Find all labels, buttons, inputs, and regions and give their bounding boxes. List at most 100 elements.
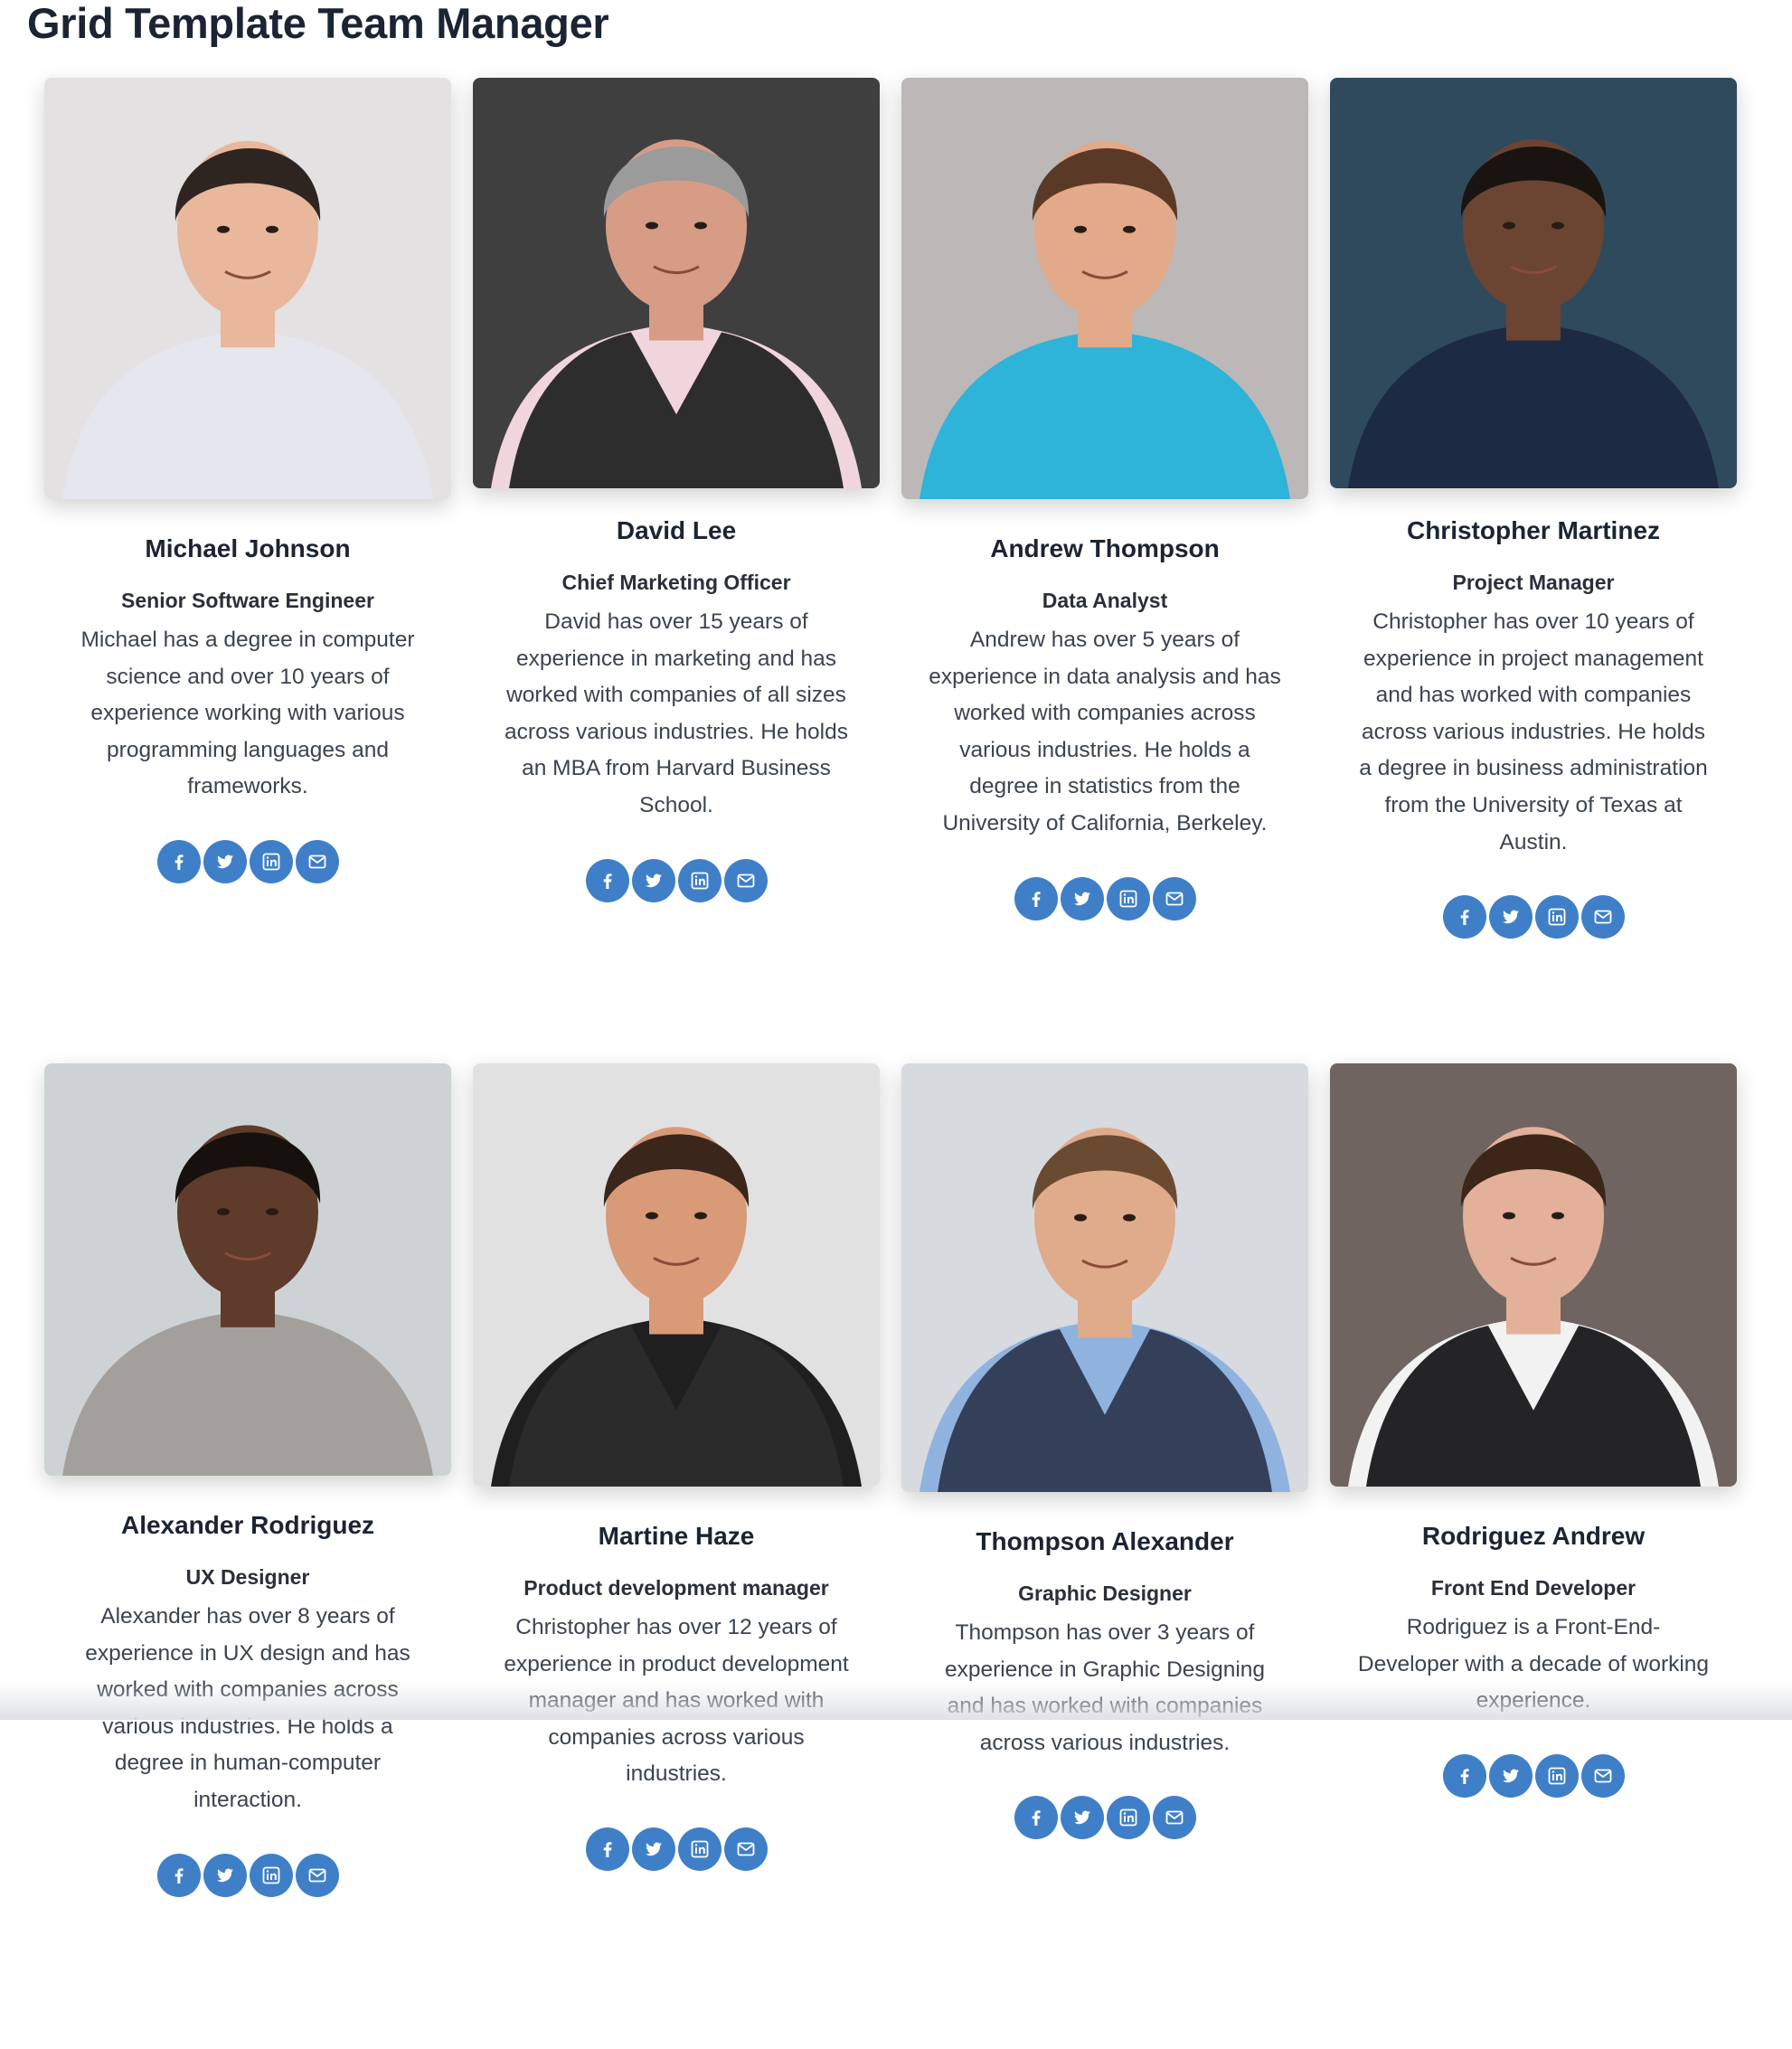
member-bio: Christopher has over 12 years of experie… (504, 1615, 849, 1787)
social-links (1442, 895, 1625, 940)
email-button[interactable] (295, 839, 339, 883)
twitter-icon (1071, 888, 1093, 910)
member-role: Project Manager (1452, 571, 1615, 594)
twitter-icon (1500, 906, 1522, 928)
facebook-icon (168, 1865, 190, 1886)
social-links (1014, 876, 1196, 921)
linkedin-icon (689, 1838, 711, 1860)
social-links (1014, 1796, 1196, 1840)
facebook-icon (597, 870, 618, 892)
member-photo (473, 78, 880, 488)
facebook-button[interactable] (1442, 895, 1486, 940)
email-button[interactable] (295, 1853, 339, 1897)
linkedin-icon (689, 870, 711, 892)
member-bio: Michael has a degree in computer science… (80, 628, 415, 799)
member-bio: Thompson has over 3 years of experience … (944, 1620, 1266, 1755)
member-name: Martine Haze (598, 1522, 755, 1550)
email-button[interactable] (1580, 1753, 1625, 1798)
linkedin-icon (1118, 1807, 1139, 1828)
member-photo (44, 78, 451, 499)
member-photo (1330, 78, 1737, 488)
member-photo (473, 1063, 880, 1487)
envelope-icon (735, 1838, 757, 1860)
email-button[interactable] (1152, 1796, 1196, 1840)
member-photo (1330, 1063, 1737, 1487)
email-button[interactable] (1152, 876, 1196, 921)
team-member-card: Michael Johnson Senior Software Engineer M… (44, 78, 451, 1063)
member-photo (901, 78, 1308, 499)
linkedin-button[interactable] (677, 1827, 722, 1871)
facebook-icon (1454, 1765, 1476, 1787)
page-title: Grid Template Team Manager (27, 0, 609, 47)
member-bio: David has over 15 years of experience in… (505, 609, 848, 817)
facebook-button[interactable] (1442, 1753, 1486, 1798)
member-name: Christopher Martinez (1406, 516, 1661, 544)
facebook-button[interactable] (1014, 1796, 1058, 1840)
envelope-icon (307, 851, 328, 873)
member-role: Data Analyst (1042, 589, 1168, 612)
social-links (1442, 1753, 1625, 1798)
team-member-card: Alexander Rodriguez UX Designer Alexander … (44, 1063, 451, 2049)
envelope-icon (1592, 906, 1614, 928)
member-bio: Alexander has over 8 years of experience… (85, 1604, 410, 1812)
member-name: David Lee (616, 516, 737, 544)
twitter-icon (643, 870, 665, 892)
team-member-card: David Lee Chief Marketing Officer David ha… (473, 78, 880, 1063)
member-bio: Rodriguez is a Front-End-Developer with … (1357, 1615, 1710, 1714)
facebook-button[interactable] (1014, 876, 1058, 921)
social-links (156, 1853, 339, 1897)
twitter-button[interactable] (631, 1827, 675, 1871)
envelope-icon (735, 870, 757, 892)
envelope-icon (1592, 1765, 1614, 1787)
team-member-card: Andrew Thompson Data Analyst Andrew has ov… (901, 78, 1308, 1063)
twitter-button[interactable] (631, 858, 675, 902)
envelope-icon (307, 1865, 328, 1886)
member-name: Michael Johnson (145, 534, 351, 562)
linkedin-button[interactable] (249, 839, 293, 883)
linkedin-button[interactable] (1106, 1796, 1150, 1840)
facebook-button[interactable] (585, 1827, 629, 1871)
linkedin-button[interactable] (1106, 876, 1150, 921)
member-name: Andrew Thompson (990, 534, 1220, 562)
twitter-button[interactable] (1488, 895, 1533, 940)
facebook-icon (168, 851, 190, 873)
twitter-button[interactable] (1488, 1753, 1533, 1798)
facebook-button[interactable] (156, 839, 201, 883)
facebook-icon (597, 1838, 618, 1860)
twitter-icon (214, 851, 236, 873)
twitter-button[interactable] (1060, 1796, 1104, 1840)
envelope-icon (1164, 888, 1185, 910)
facebook-button[interactable] (585, 858, 629, 902)
member-name: Thompson Alexander (976, 1527, 1234, 1555)
linkedin-icon (260, 1865, 282, 1886)
member-name: Rodriguez Andrew (1421, 1522, 1646, 1550)
facebook-button[interactable] (156, 1853, 201, 1897)
linkedin-icon (260, 851, 282, 873)
member-photo (901, 1063, 1308, 1492)
twitter-icon (214, 1865, 236, 1886)
social-links (585, 858, 768, 902)
twitter-icon (1071, 1807, 1093, 1828)
envelope-icon (1164, 1807, 1185, 1828)
team-member-card: Martine Haze Product development manager C… (473, 1063, 880, 2049)
linkedin-button[interactable] (677, 858, 722, 902)
member-role: Product development manager (523, 1576, 829, 1600)
team-grid: Michael Johnson Senior Software Engineer M… (44, 78, 1737, 2049)
twitter-button[interactable] (1060, 876, 1104, 921)
linkedin-icon (1546, 906, 1568, 928)
twitter-button[interactable] (203, 1853, 247, 1897)
linkedin-icon (1118, 888, 1139, 910)
linkedin-button[interactable] (1534, 895, 1579, 940)
twitter-icon (643, 1838, 665, 1860)
linkedin-button[interactable] (249, 1853, 293, 1897)
email-button[interactable] (723, 858, 768, 902)
twitter-button[interactable] (203, 839, 247, 883)
member-role: Chief Marketing Officer (561, 571, 791, 594)
email-button[interactable] (1580, 895, 1625, 940)
email-button[interactable] (723, 1827, 768, 1871)
social-links (156, 839, 339, 883)
linkedin-button[interactable] (1534, 1753, 1579, 1798)
facebook-icon (1454, 906, 1476, 928)
facebook-icon (1025, 888, 1047, 910)
member-name: Alexander Rodriguez (120, 1511, 375, 1539)
